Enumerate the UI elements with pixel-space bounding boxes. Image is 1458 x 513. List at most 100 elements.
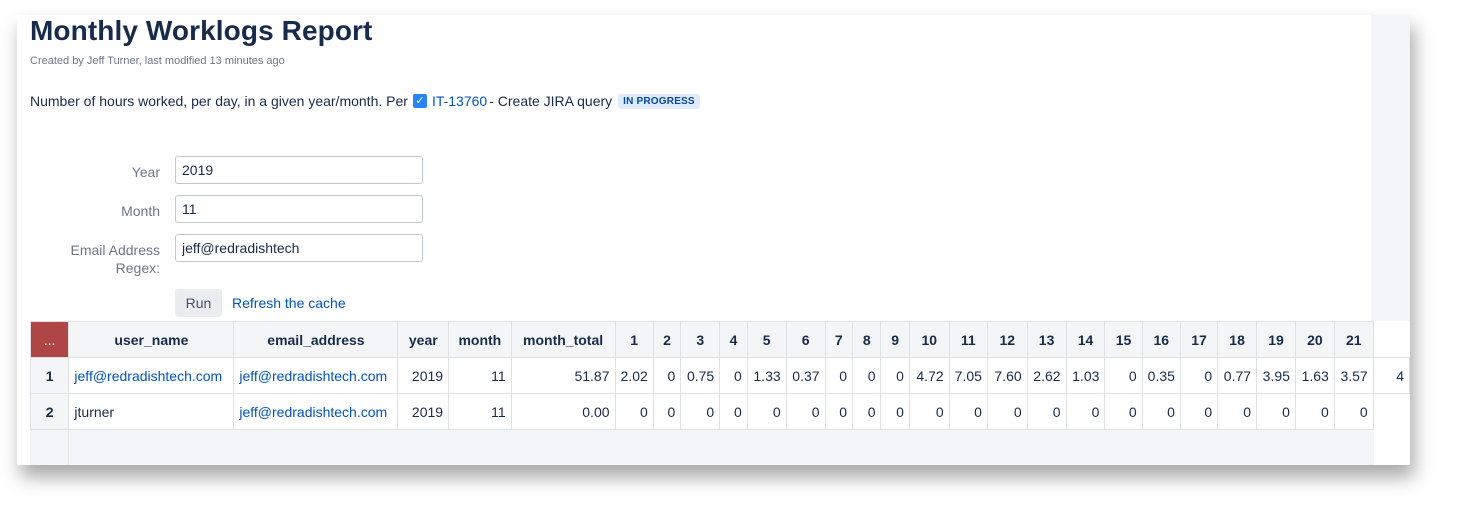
empty-cell [614, 429, 654, 465]
empty-cell [1333, 429, 1374, 465]
empty-cell [652, 429, 682, 465]
row-number: 2 [29, 393, 70, 430]
empty-cell [880, 429, 910, 465]
empty-cell [680, 429, 721, 465]
year-field[interactable] [175, 156, 423, 184]
cell-day-value: 1.33 [746, 357, 787, 394]
table-row: 1 jeff@redradishtech.com jeff@redradishtec… [29, 357, 1410, 394]
column-header[interactable]: year [397, 321, 450, 358]
column-header[interactable]: 16 [1141, 321, 1181, 358]
cell-month: 11 [448, 393, 512, 430]
cell-day-value: 0 [824, 357, 854, 394]
cell-day-value: 0 [652, 393, 682, 430]
empty-cell [1065, 429, 1106, 465]
cell-user-name[interactable]: jeff@redradishtech.com [68, 357, 235, 394]
cell-day-value: 4 [1372, 357, 1410, 394]
cell-day-value: 0.75 [680, 357, 721, 394]
cell-day-value: 0 [652, 357, 682, 394]
column-header[interactable]: 21 [1333, 321, 1374, 358]
column-header[interactable]: 4 [719, 321, 748, 358]
cell-month-total: 0.00 [510, 393, 616, 430]
column-header[interactable]: month_total [510, 321, 616, 358]
cell-day-value: 2.02 [614, 357, 654, 394]
page-description: Number of hours worked, per day, in a gi… [30, 93, 700, 109]
column-header[interactable]: 13 [1026, 321, 1067, 358]
column-header[interactable]: 19 [1256, 321, 1296, 358]
cell-day-value: 0 [680, 393, 721, 430]
column-header[interactable]: 17 [1179, 321, 1219, 358]
column-header[interactable]: 12 [986, 321, 1028, 358]
cell-day-value: 4.72 [908, 357, 950, 394]
column-header[interactable]: 8 [852, 321, 882, 358]
column-header[interactable]: 2 [652, 321, 682, 358]
cell-month-total: 51.87 [510, 357, 616, 394]
empty-cell [397, 429, 450, 465]
column-header[interactable]: 3 [680, 321, 721, 358]
column-header[interactable]: 20 [1294, 321, 1335, 358]
column-header[interactable]: 1 [614, 321, 654, 358]
month-field[interactable] [175, 195, 423, 223]
column-header[interactable]: 11 [948, 321, 988, 358]
column-header[interactable]: 15 [1104, 321, 1143, 358]
empty-cell [986, 429, 1028, 465]
cell-day-value: 0 [1104, 393, 1143, 430]
empty-cell [719, 429, 748, 465]
empty-cell [785, 429, 826, 465]
email-label-line2: Regex: [115, 260, 160, 276]
column-header[interactable]: 7 [824, 321, 854, 358]
cell-day-value: 7.05 [948, 357, 988, 394]
column-header[interactable]: 6 [785, 321, 826, 358]
empty-cell [1026, 429, 1067, 465]
empty-cell [1294, 429, 1335, 465]
empty-cell [824, 429, 854, 465]
cell-day-value: 0 [1179, 357, 1219, 394]
issue-link[interactable]: IT-13760 [432, 93, 487, 109]
cell-day-value: 0 [746, 393, 787, 430]
cell-year: 2019 [397, 357, 450, 394]
cell-day-value: 0 [785, 393, 826, 430]
empty-cell [1179, 429, 1219, 465]
page-title: Monthly Worklogs Report [30, 15, 373, 46]
cell-day-value: 1.63 [1294, 357, 1335, 394]
empty-cell [1256, 429, 1296, 465]
cell-month: 11 [448, 357, 512, 394]
cell-day-value: 7.60 [986, 357, 1028, 394]
cell-day-value: 0 [1256, 393, 1296, 430]
cell-day-value: 0.35 [1141, 357, 1181, 394]
cell-day-value: 0 [824, 393, 854, 430]
empty-cell [852, 429, 882, 465]
column-header[interactable]: 10 [908, 321, 950, 358]
empty-cell [948, 429, 988, 465]
cell-day-value: 0 [852, 357, 882, 394]
empty-cell [746, 429, 787, 465]
cell-day-value: 3.95 [1256, 357, 1296, 394]
column-header[interactable]: 14 [1065, 321, 1106, 358]
column-header[interactable]: 18 [1217, 321, 1258, 358]
column-header[interactable]: user_name [68, 321, 235, 358]
empty-table-row [29, 429, 1410, 465]
confluence-page: Monthly Worklogs Report Created by Jeff … [17, 15, 1410, 465]
cell-email-address[interactable]: jeff@redradishtech.com [233, 393, 399, 430]
empty-cell [29, 429, 70, 465]
table-row: 2 jturner jeff@redradishtech.com 2019 11 0.00… [29, 393, 1410, 430]
table-corner-menu[interactable]: ... [29, 321, 70, 358]
refresh-cache-link[interactable]: Refresh the cache [232, 295, 346, 311]
run-button[interactable]: Run [175, 289, 222, 317]
column-header[interactable]: 5 [746, 321, 787, 358]
empty-cell [1104, 429, 1143, 465]
cell-day-value: 0.77 [1217, 357, 1258, 394]
checkbox-icon: ✓ [412, 94, 427, 108]
empty-cell [1217, 429, 1258, 465]
cell-day-value: 0 [1333, 393, 1374, 430]
empty-cell [1141, 429, 1181, 465]
column-header[interactable]: month [448, 321, 512, 358]
email-regex-field[interactable] [175, 234, 423, 262]
column-header[interactable]: 9 [880, 321, 910, 358]
empty-cell [68, 429, 235, 465]
worklogs-table: ... user_name email_address year month month… [29, 321, 1410, 465]
cell-day-value: 0 [719, 393, 748, 430]
cell-email-address[interactable]: jeff@redradishtech.com [233, 357, 399, 394]
cell-day-value: 0 [1217, 393, 1258, 430]
month-label: Month [121, 203, 160, 219]
column-header[interactable]: email_address [233, 321, 399, 358]
